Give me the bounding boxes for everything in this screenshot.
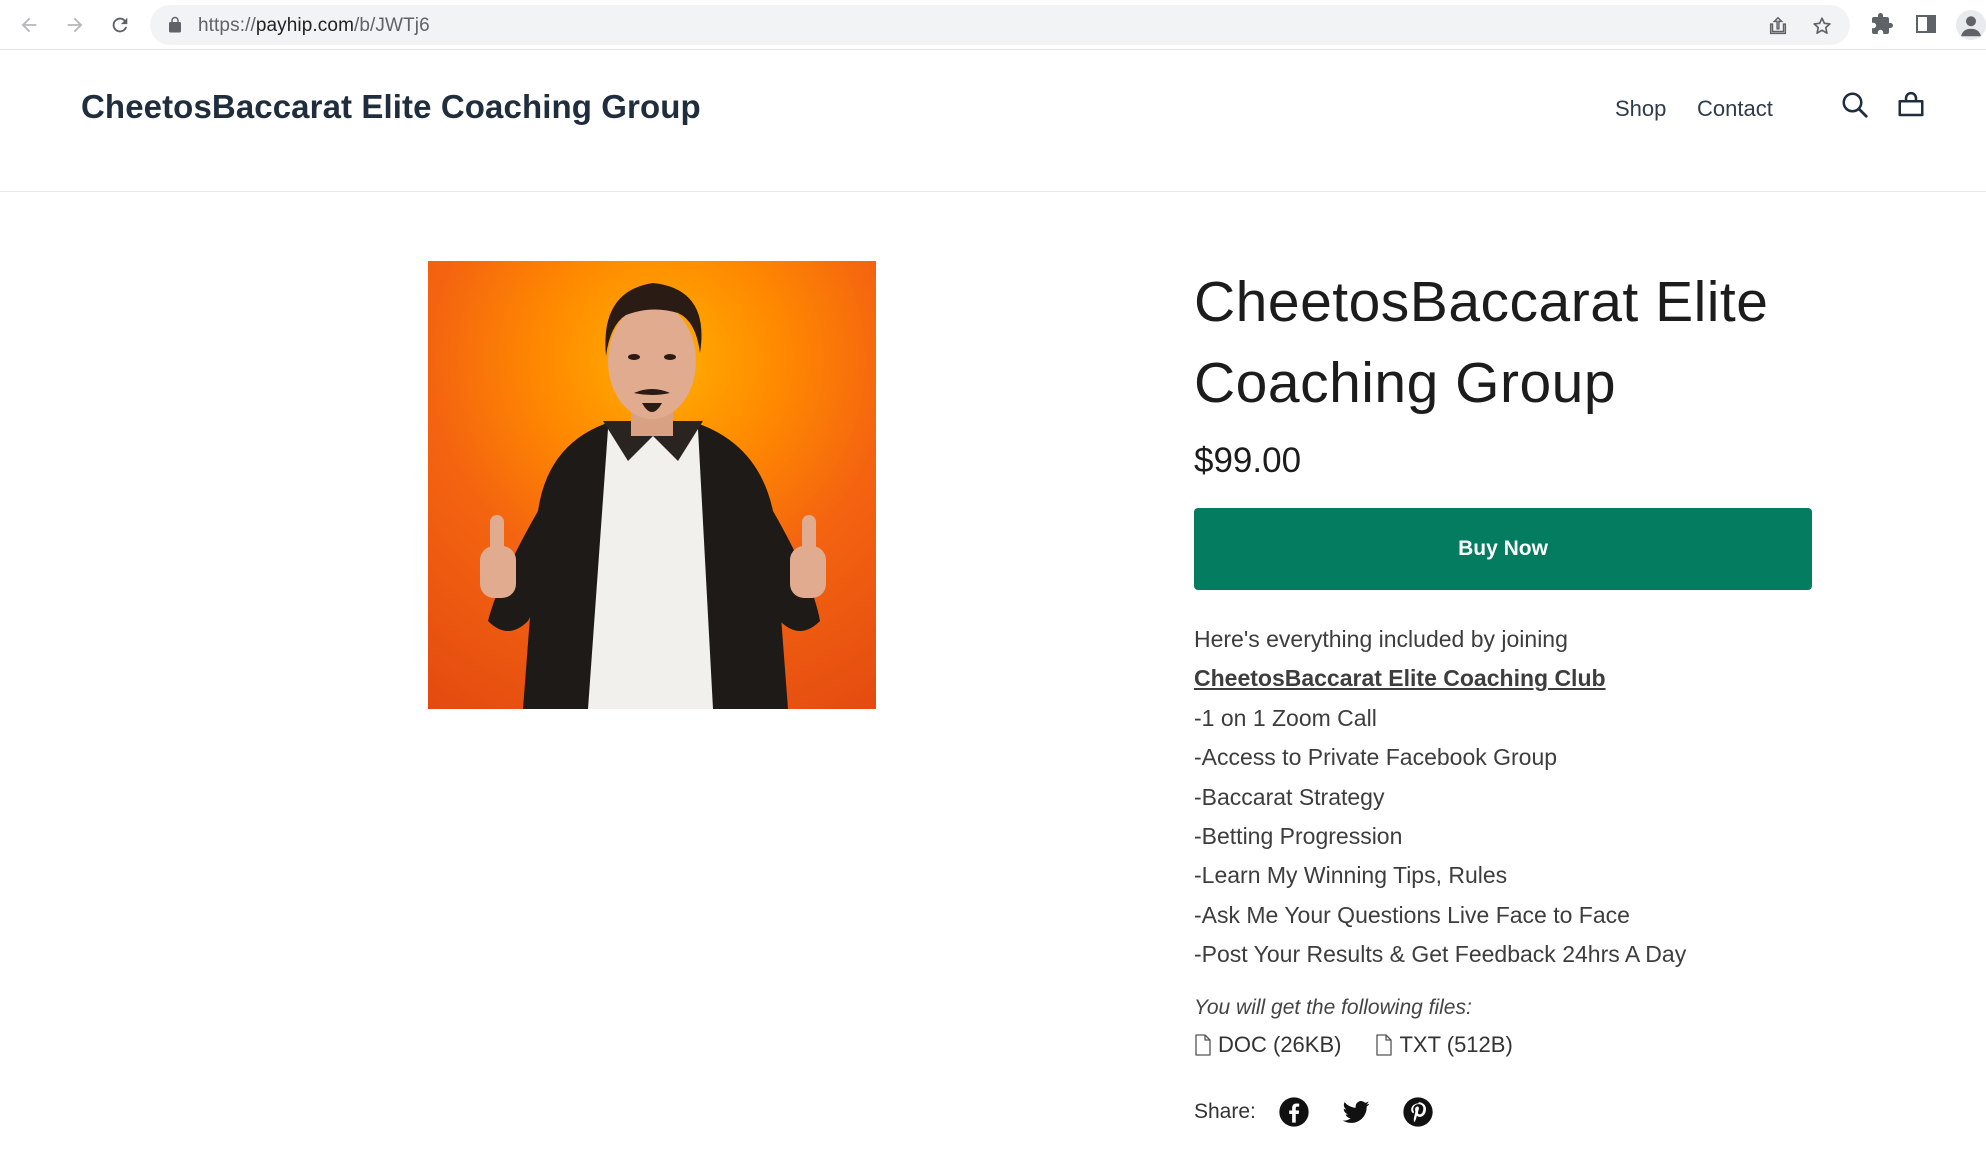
url-scheme: https:// <box>198 15 256 36</box>
file-item-doc: DOC (26KB) <box>1194 1032 1341 1058</box>
twitter-icon[interactable] <box>1340 1096 1372 1128</box>
product-title-line2: Coaching Group <box>1194 351 1617 415</box>
description-item: -1 on 1 Zoom Call <box>1194 704 1377 731</box>
site-header: CheetosBaccarat Elite Coaching Group Sho… <box>0 50 1986 192</box>
person-thumbs-up-illustration <box>480 283 826 709</box>
description-item: -Betting Progression <box>1194 823 1403 850</box>
description-item: -Access to Private Facebook Group <box>1194 744 1558 771</box>
description-item: -Post Your Results & Get Feedback 24hrs … <box>1194 941 1687 968</box>
browser-toolbar: https://payhip.com/b/JWTj6 <box>0 0 1986 50</box>
description-item: -Learn My Winning Tips, Rules <box>1194 862 1508 889</box>
file-item-txt: TXT (512B) <box>1375 1032 1513 1058</box>
search-icon[interactable] <box>1840 90 1870 120</box>
description-intro: Here's everything included by joining <box>1194 626 1568 652</box>
extensions-icon[interactable] <box>1870 12 1894 36</box>
product-title-line1: CheetosBaccarat Elite <box>1194 270 1769 334</box>
reload-icon[interactable] <box>103 8 137 42</box>
file-icon <box>1195 1034 1211 1056</box>
site-brand[interactable]: CheetosBaccarat Elite Coaching Group <box>81 88 701 126</box>
buy-now-button[interactable]: Buy Now <box>1194 508 1812 590</box>
coaching-club-link[interactable]: CheetosBaccarat Elite Coaching Club <box>1194 665 1606 691</box>
nav-contact-link[interactable]: Contact <box>1697 96 1773 122</box>
side-panel-icon[interactable] <box>1914 12 1938 36</box>
file-icon <box>1376 1034 1393 1056</box>
nav-shop-link[interactable]: Shop <box>1615 96 1666 122</box>
file-label: TXT (512B) <box>1399 1032 1513 1057</box>
product-image[interactable] <box>428 261 876 709</box>
profile-icon[interactable] <box>1956 10 1986 40</box>
cart-icon[interactable] <box>1896 90 1926 120</box>
file-label: DOC (26KB) <box>1218 1032 1342 1057</box>
files-intro: You will get the following files: <box>1194 996 1472 1019</box>
description-item: -Ask Me Your Questions Live Face to Face <box>1194 901 1630 928</box>
bookmark-star-icon[interactable] <box>1811 15 1833 37</box>
facebook-icon[interactable] <box>1278 1096 1310 1128</box>
description-item: -Baccarat Strategy <box>1194 783 1385 810</box>
share-bar: Share: <box>1194 1096 1464 1128</box>
lock-icon[interactable] <box>166 16 184 34</box>
address-bar[interactable]: https://payhip.com/b/JWTj6 <box>150 5 1850 45</box>
file-list: DOC (26KB) TXT (512B) <box>1194 1032 1513 1058</box>
product-price: $99.00 <box>1194 441 1302 480</box>
share-label: Share: <box>1194 1100 1256 1123</box>
back-arrow-icon[interactable] <box>12 8 46 42</box>
product-description: Here's everything included by joining Ch… <box>1194 620 1894 975</box>
product-title: CheetosBaccarat Elite Coaching Group <box>1194 262 1834 424</box>
url-host: payhip.com <box>255 15 354 36</box>
forward-arrow-icon[interactable] <box>58 8 92 42</box>
pinterest-icon[interactable] <box>1402 1096 1434 1128</box>
url-path: /b/JWTj6 <box>354 15 430 36</box>
url-text[interactable]: https://payhip.com/b/JWTj6 <box>198 15 430 37</box>
share-page-icon[interactable] <box>1767 15 1789 37</box>
